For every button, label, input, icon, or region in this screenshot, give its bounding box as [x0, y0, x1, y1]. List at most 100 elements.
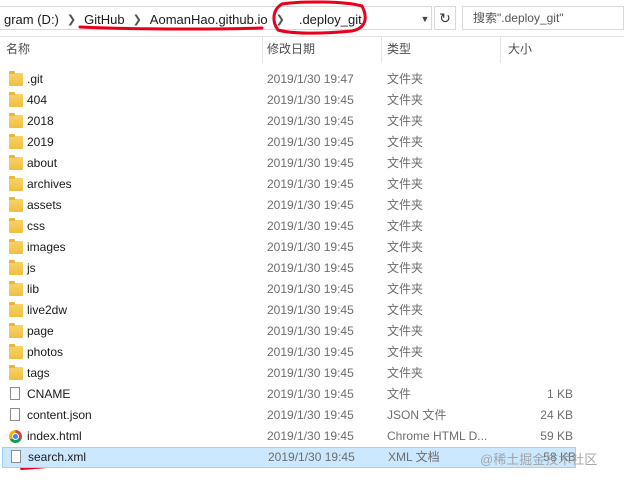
file-type: 文件: [387, 387, 412, 401]
file-date: 2019/1/30 19:45: [267, 282, 354, 296]
file-row[interactable]: .git 2019/1/30 19:47 文件夹: [0, 69, 624, 90]
file-date: 2019/1/30 19:45: [268, 450, 355, 464]
file-date: 2019/1/30 19:45: [267, 177, 354, 191]
folder-icon: [9, 134, 23, 149]
file-type: 文件夹: [387, 261, 424, 275]
file-type: JSON 文件: [387, 408, 447, 422]
file-date: 2019/1/30 19:45: [267, 114, 354, 128]
file-row[interactable]: live2dw 2019/1/30 19:45 文件夹: [0, 300, 624, 321]
column-date[interactable]: 修改日期: [267, 37, 315, 63]
file-name: live2dw: [27, 303, 68, 317]
file-name: archives: [27, 177, 72, 191]
file-date: 2019/1/30 19:45: [267, 429, 354, 443]
folder-icon: [9, 218, 23, 233]
folder-icon: [9, 176, 23, 191]
search-input[interactable]: 搜索".deploy_git": [462, 6, 624, 30]
file-date: 2019/1/30 19:45: [267, 240, 354, 254]
file-row[interactable]: tags 2019/1/30 19:45 文件夹: [0, 363, 624, 384]
chrome-icon: [9, 430, 22, 443]
file-type: 文件夹: [387, 114, 424, 128]
file-icon: [11, 450, 21, 463]
file-name: 2019: [27, 135, 54, 149]
column-divider[interactable]: [381, 37, 382, 63]
file-list: .git 2019/1/30 19:47 文件夹 404 2019/1/30 19:45…: [0, 69, 624, 468]
folder-icon: [9, 260, 23, 275]
folder-icon: [9, 281, 23, 296]
file-type: 文件夹: [387, 93, 424, 107]
file-row[interactable]: page 2019/1/30 19:45 文件夹: [0, 321, 624, 342]
folder-icon: [9, 113, 23, 128]
file-type: 文件夹: [387, 282, 424, 296]
file-name: about: [27, 156, 58, 170]
chevron-down-icon[interactable]: ▼: [418, 7, 432, 31]
file-type: 文件夹: [387, 72, 424, 86]
column-size[interactable]: 大小: [508, 37, 532, 63]
file-type: XML 文档: [388, 450, 440, 464]
file-date: 2019/1/30 19:45: [267, 345, 354, 359]
file-icon: [10, 387, 20, 400]
column-name[interactable]: 名称: [6, 37, 30, 63]
folder-icon: [9, 323, 23, 338]
file-name: page: [27, 324, 54, 338]
breadcrumb-github[interactable]: GitHub: [80, 12, 128, 27]
file-name: content.json: [27, 408, 92, 422]
file-row[interactable]: content.json 2019/1/30 19:45 JSON 文件 24 KB: [0, 405, 624, 426]
file-name: 2018: [27, 114, 54, 128]
breadcrumb-repo[interactable]: AomanHao.github.io: [146, 12, 272, 27]
file-date: 2019/1/30 19:45: [267, 93, 354, 107]
column-type[interactable]: 类型: [387, 37, 411, 63]
file-name: CNAME: [27, 387, 71, 401]
file-date: 2019/1/30 19:45: [267, 303, 354, 317]
file-row[interactable]: assets 2019/1/30 19:45 文件夹: [0, 195, 624, 216]
file-row[interactable]: index.html 2019/1/30 19:45 Chrome HTML D..…: [0, 426, 624, 447]
refresh-icon: ↻: [439, 9, 451, 26]
file-row[interactable]: CNAME 2019/1/30 19:45 文件 1 KB: [0, 384, 624, 405]
file-size: 24 KB: [540, 408, 573, 422]
folder-icon: [9, 155, 23, 170]
file-row[interactable]: images 2019/1/30 19:45 文件夹: [0, 237, 624, 258]
file-date: 2019/1/30 19:45: [267, 219, 354, 233]
folder-icon: [9, 344, 23, 359]
chevron-right-icon[interactable]: ❯: [63, 13, 80, 26]
folder-icon: [9, 365, 23, 380]
breadcrumb-current[interactable]: .deploy_git: [289, 12, 366, 27]
breadcrumb[interactable]: gram (D:) ❯ GitHub ❯ AomanHao.github.io …: [0, 6, 432, 30]
file-date: 2019/1/30 19:45: [267, 408, 354, 422]
file-name: search.xml: [28, 450, 87, 464]
folder-icon: [9, 92, 23, 107]
file-date: 2019/1/30 19:45: [267, 135, 354, 149]
refresh-button[interactable]: ↻: [434, 6, 456, 30]
file-row[interactable]: 404 2019/1/30 19:45 文件夹: [0, 90, 624, 111]
address-bar: gram (D:) ❯ GitHub ❯ AomanHao.github.io …: [0, 0, 624, 37]
file-row[interactable]: about 2019/1/30 19:45 文件夹: [0, 153, 624, 174]
file-name: images: [27, 240, 66, 254]
breadcrumb-drive[interactable]: gram (D:): [0, 12, 63, 27]
file-name: lib: [27, 282, 40, 296]
column-divider[interactable]: [262, 37, 263, 63]
file-name: photos: [27, 345, 64, 359]
file-row[interactable]: photos 2019/1/30 19:45 文件夹: [0, 342, 624, 363]
file-row[interactable]: 2019 2019/1/30 19:45 文件夹: [0, 132, 624, 153]
file-size: 59 KB: [540, 429, 573, 443]
file-row[interactable]: archives 2019/1/30 19:45 文件夹: [0, 174, 624, 195]
file-row[interactable]: css 2019/1/30 19:45 文件夹: [0, 216, 624, 237]
column-header: 名称 修改日期 类型 大小: [0, 37, 624, 63]
file-row[interactable]: js 2019/1/30 19:45 文件夹: [0, 258, 624, 279]
file-name: 404: [27, 93, 48, 107]
file-row[interactable]: 2018 2019/1/30 19:45 文件夹: [0, 111, 624, 132]
file-date: 2019/1/30 19:45: [267, 387, 354, 401]
chevron-right-icon[interactable]: ❯: [129, 13, 146, 26]
file-date: 2019/1/30 19:45: [267, 156, 354, 170]
file-date: 2019/1/30 19:45: [267, 324, 354, 338]
file-size: 1 KB: [546, 387, 573, 401]
file-name: js: [27, 261, 36, 275]
folder-icon: [9, 302, 23, 317]
folder-icon: [9, 197, 23, 212]
file-type: 文件夹: [387, 345, 424, 359]
watermark: @稀土掘金技术社区: [480, 452, 598, 467]
chevron-right-icon[interactable]: ❯: [272, 13, 289, 26]
file-type: Chrome HTML D...: [387, 429, 488, 443]
column-divider[interactable]: [500, 37, 501, 63]
file-type: 文件夹: [387, 303, 424, 317]
file-row[interactable]: lib 2019/1/30 19:45 文件夹: [0, 279, 624, 300]
